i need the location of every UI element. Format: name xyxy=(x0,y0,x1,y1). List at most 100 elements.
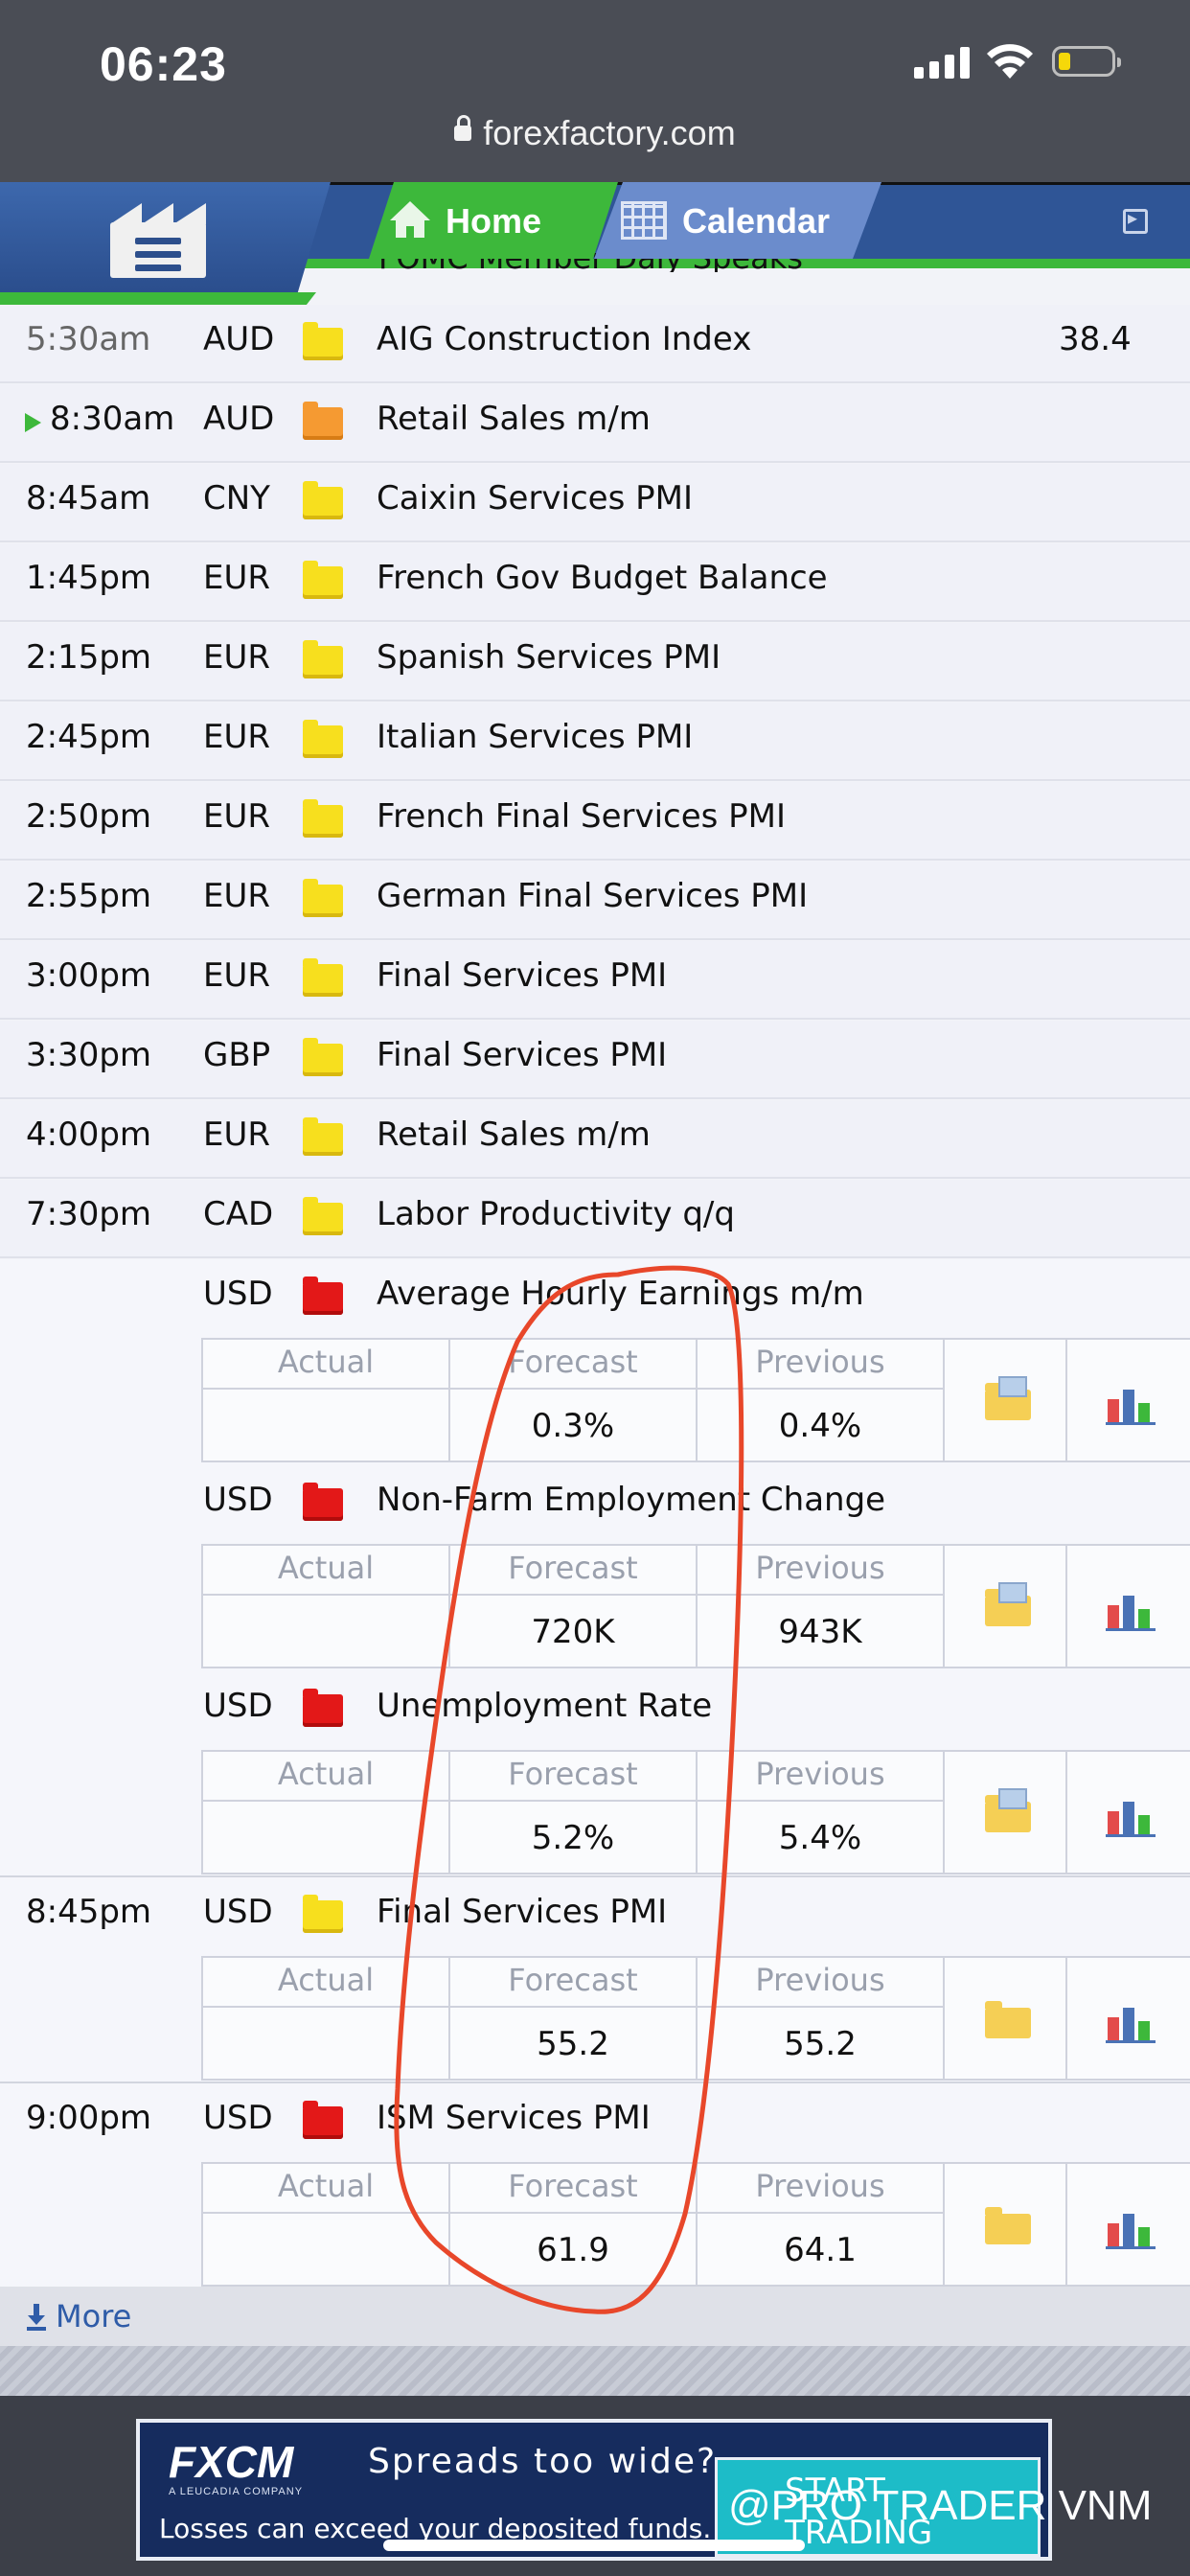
news-detail-button[interactable] xyxy=(943,1956,1067,2081)
battery-icon xyxy=(1052,46,1121,77)
event-title[interactable]: Italian Services PMI xyxy=(377,718,693,756)
table-row[interactable]: 4:00pm EUR Retail Sales m/m xyxy=(0,1100,1190,1179)
impact-yellow-icon[interactable] xyxy=(303,879,343,917)
news-detail-button[interactable] xyxy=(943,1750,1067,1874)
actual-cell: Actual xyxy=(201,1544,450,1668)
previous-cell: Previous 943K xyxy=(696,1544,945,1668)
event-title[interactable]: Final Services PMI xyxy=(377,1893,667,1931)
tab-home[interactable]: Home xyxy=(369,182,618,259)
event-currency: EUR xyxy=(203,559,270,597)
cellular-signal-icon xyxy=(914,46,972,79)
home-indicator[interactable] xyxy=(383,2540,805,2551)
table-row[interactable]: USD Average Hourly Earnings m/m Actual Fore… xyxy=(0,1259,1190,1465)
event-title[interactable]: French Gov Budget Balance xyxy=(377,559,828,597)
folder-icon xyxy=(985,2207,1031,2244)
bar-chart-icon xyxy=(1106,2004,1156,2043)
table-row[interactable]: USD Unemployment Rate Actual Forecast 5.2% Pr… xyxy=(0,1671,1190,1877)
event-time: 4:00pm xyxy=(26,1116,152,1154)
table-row[interactable]: 2:45pm EUR Italian Services PMI xyxy=(0,702,1190,781)
wifi-icon xyxy=(987,44,1033,79)
event-time: 2:15pm xyxy=(26,638,152,677)
previous-value: 943K xyxy=(778,1613,862,1651)
impact-red-icon[interactable] xyxy=(303,1689,343,1727)
event-title[interactable]: Final Services PMI xyxy=(377,1036,667,1074)
table-row[interactable]: 2:50pm EUR French Final Services PMI xyxy=(0,782,1190,861)
impact-yellow-icon[interactable] xyxy=(303,561,343,599)
table-row[interactable]: 3:00pm EUR Final Services PMI xyxy=(0,941,1190,1020)
event-title[interactable]: Spanish Services PMI xyxy=(377,638,721,677)
event-time: 7:30pm xyxy=(26,1195,152,1233)
address-bar[interactable]: forexfactory.com xyxy=(0,113,1190,153)
actual-cell: Actual xyxy=(201,2162,450,2287)
table-row[interactable]: 5:30am AUD AIG Construction Index 38.4 xyxy=(0,305,1190,383)
table-row[interactable]: 7:30pm CAD Labor Productivity q/q xyxy=(0,1180,1190,1258)
table-row[interactable]: 2:55pm EUR German Final Services PMI xyxy=(0,862,1190,940)
event-actual: 38.4 xyxy=(1059,320,1132,358)
bar-chart-icon xyxy=(1106,2210,1156,2249)
watermark: @PRO TRADER VNM xyxy=(728,2482,1153,2529)
event-detail-table: Actual Forecast 61.9 Previous 64.1 xyxy=(201,2162,1190,2288)
impact-orange-icon[interactable] xyxy=(303,402,343,440)
event-title[interactable]: AIG Construction Index xyxy=(377,320,751,358)
event-title[interactable]: Retail Sales m/m xyxy=(377,400,651,438)
impact-yellow-icon[interactable] xyxy=(303,958,343,997)
previous-value: 64.1 xyxy=(784,2231,857,2269)
table-row[interactable]: 3:30pm GBP Final Services PMI xyxy=(0,1021,1190,1099)
tab-calendar[interactable]: Calendar xyxy=(594,182,881,259)
impact-red-icon[interactable] xyxy=(303,2101,343,2139)
event-time: 8:30am xyxy=(50,400,175,438)
event-currency: EUR xyxy=(203,956,270,995)
event-title[interactable]: Average Hourly Earnings m/m xyxy=(377,1275,864,1313)
event-title[interactable]: Non-Farm Employment Change xyxy=(377,1481,885,1519)
table-row[interactable]: 8:30am AUD Retail Sales m/m xyxy=(0,384,1190,463)
table-row[interactable]: USD Non-Farm Employment Change Actual Forec… xyxy=(0,1465,1190,1671)
impact-red-icon[interactable] xyxy=(303,1276,343,1315)
event-currency: USD xyxy=(203,1481,273,1519)
impact-yellow-icon[interactable] xyxy=(303,1038,343,1076)
impact-yellow-icon[interactable] xyxy=(303,481,343,519)
chart-button[interactable] xyxy=(1065,2162,1190,2287)
forecast-value: 0.3% xyxy=(531,1407,615,1445)
impact-yellow-icon[interactable] xyxy=(303,720,343,758)
impact-yellow-icon[interactable] xyxy=(303,1895,343,1933)
chart-button[interactable] xyxy=(1065,1750,1190,1874)
event-currency: EUR xyxy=(203,797,270,836)
table-row[interactable]: 9:00pm USD ISM Services PMI Actual Forecast 6… xyxy=(0,2083,1190,2289)
impact-yellow-icon[interactable] xyxy=(303,640,343,678)
news-detail-button[interactable] xyxy=(943,2162,1067,2287)
chart-button[interactable] xyxy=(1065,1338,1190,1462)
impact-yellow-icon[interactable] xyxy=(303,1197,343,1235)
event-title[interactable]: Final Services PMI xyxy=(377,956,667,995)
event-title[interactable]: French Final Services PMI xyxy=(377,797,786,836)
menu-logo-button[interactable] xyxy=(0,182,331,294)
chart-button[interactable] xyxy=(1065,1544,1190,1668)
logout-icon[interactable] xyxy=(1123,206,1148,234)
event-title[interactable]: Retail Sales m/m xyxy=(377,1116,651,1154)
event-detail-table: Actual Forecast 720K Previous 943K xyxy=(201,1544,1190,1670)
previous-value: 55.2 xyxy=(784,2025,857,2063)
event-title[interactable]: Caixin Services PMI xyxy=(377,479,693,518)
event-title[interactable]: Labor Productivity q/q xyxy=(377,1195,735,1233)
table-row[interactable]: 2:15pm EUR Spanish Services PMI xyxy=(0,623,1190,702)
impact-red-icon[interactable] xyxy=(303,1483,343,1521)
event-time: 8:45am xyxy=(26,479,151,518)
news-detail-button[interactable] xyxy=(943,1338,1067,1462)
impact-yellow-icon[interactable] xyxy=(303,1117,343,1156)
forecast-value: 61.9 xyxy=(537,2231,609,2269)
event-title[interactable]: German Final Services PMI xyxy=(377,877,808,915)
event-title[interactable]: Unemployment Rate xyxy=(377,1687,712,1725)
event-time: 9:00pm xyxy=(26,2099,152,2137)
event-title[interactable]: ISM Services PMI xyxy=(377,2099,651,2137)
more-link[interactable]: More xyxy=(0,2287,1190,2346)
impact-yellow-icon[interactable] xyxy=(303,322,343,360)
table-row[interactable]: 1:45pm EUR French Gov Budget Balance xyxy=(0,543,1190,622)
table-row[interactable]: 8:45pm USD Final Services PMI Actual Forecas… xyxy=(0,1877,1190,2083)
forecast-cell: Forecast 0.3% xyxy=(448,1338,698,1462)
event-currency: CAD xyxy=(203,1195,274,1233)
ad-brand-sub: A LEUCADIA COMPANY xyxy=(169,2486,304,2497)
table-row[interactable]: 8:45am CNY Caixin Services PMI xyxy=(0,464,1190,542)
news-detail-button[interactable] xyxy=(943,1544,1067,1668)
impact-yellow-icon[interactable] xyxy=(303,799,343,838)
chart-button[interactable] xyxy=(1065,1956,1190,2081)
previous-cell: Previous 5.4% xyxy=(696,1750,945,1874)
